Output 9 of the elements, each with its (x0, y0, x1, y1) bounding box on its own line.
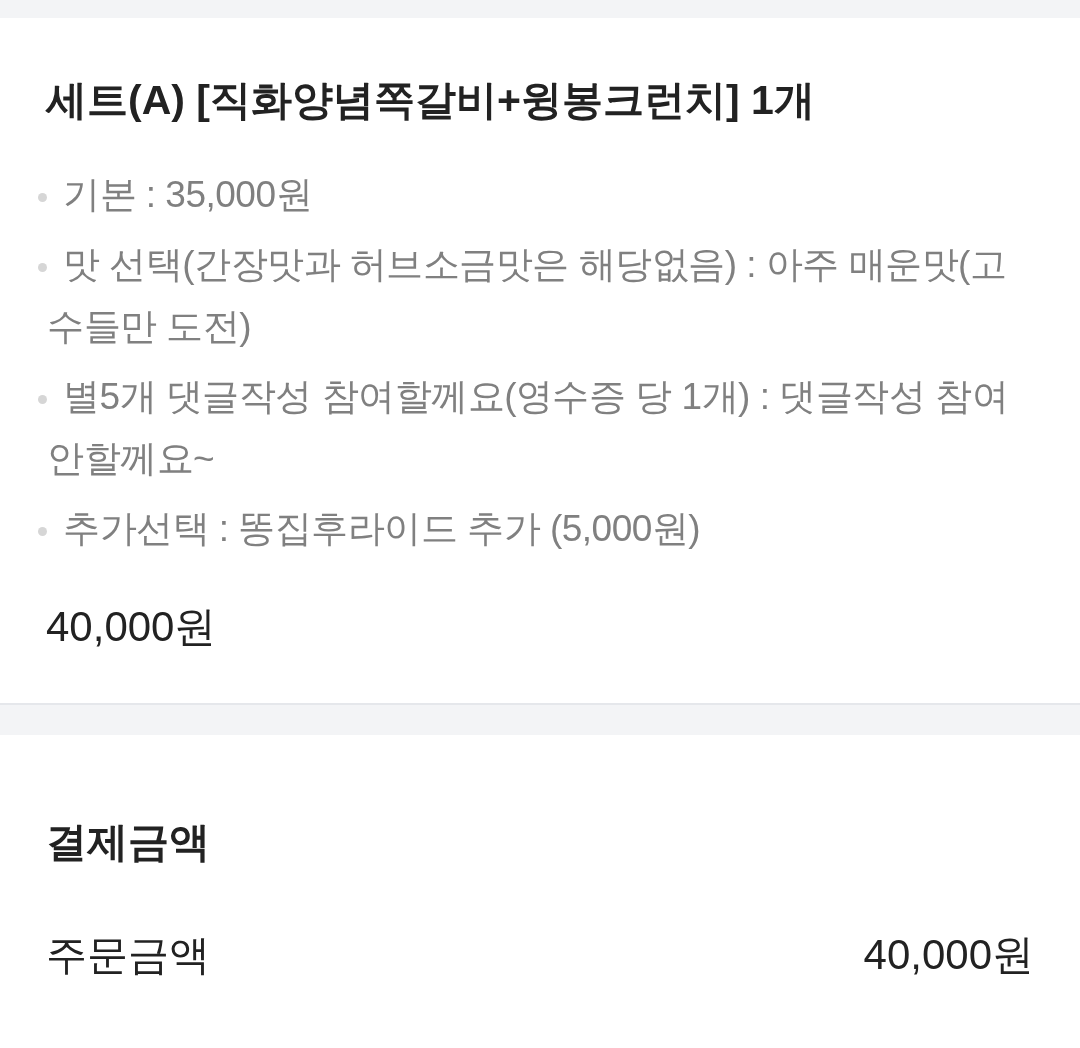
payment-heading: 결제금액 (46, 818, 211, 867)
payment-label: 주문금액 (46, 931, 210, 980)
order-item-title: 세트(A) [직화양념쪽갈비+윙봉크런치] 1개 (46, 76, 816, 125)
option-text: 기본 : 35,000원 (63, 174, 312, 215)
payment-amount: 40,000원 (863, 930, 1034, 980)
option-text: 별5개 댓글작성 참여할께요(영수증 당 1개) : 댓글작성 참여 안할께요~ (47, 376, 1009, 479)
option-text: 추가선택 : 똥집후라이드 추가 (5,000원) (63, 508, 701, 549)
order-item-price: 40,000원 (46, 602, 218, 652)
option-text: 맛 선택(간장맛과 허브소금맛은 해당없음) : 아주 매운맛(고수들만 도전) (47, 244, 1007, 347)
